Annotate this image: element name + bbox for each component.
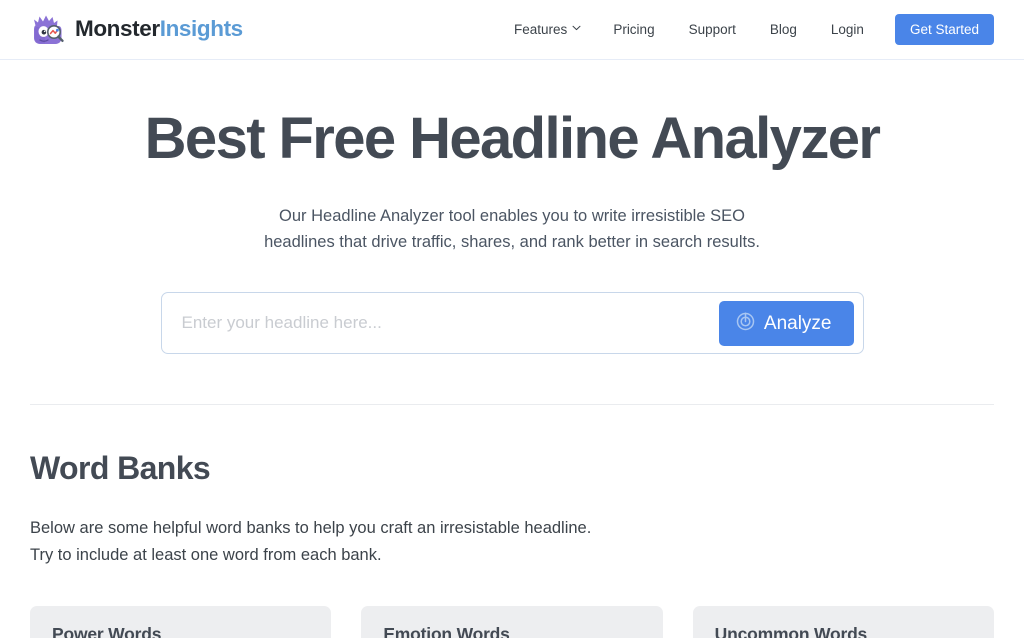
- monster-logo-icon: [30, 13, 66, 47]
- word-bank-card-uncommon-words[interactable]: Uncommon Words: [692, 606, 994, 638]
- word-bank-card-title: Emotion Words: [361, 606, 663, 638]
- word-bank-card-title: Uncommon Words: [692, 606, 994, 638]
- nav-item-features-label: Features: [514, 21, 568, 37]
- hero-subtitle: Our Headline Analyzer tool enables you t…: [264, 206, 760, 252]
- brand-wordmark: MonsterInsights: [75, 18, 243, 41]
- page-title: Best Free Headline Analyzer: [144, 106, 881, 171]
- nav-item-support-label: Support: [688, 21, 736, 37]
- word-bank-card-power-words[interactable]: Power Words: [30, 606, 332, 638]
- brand-word-insights: Insights: [159, 16, 243, 42]
- nav-item-login-label: Login: [830, 21, 864, 37]
- nav-item-login[interactable]: Login: [814, 17, 881, 43]
- analyze-button[interactable]: Analyze: [718, 300, 854, 346]
- nav-item-pricing[interactable]: Pricing: [596, 17, 671, 43]
- word-bank-card-title: Power Words: [30, 606, 332, 638]
- nav-item-blog-label: Blog: [769, 21, 797, 37]
- nav-item-support[interactable]: Support: [672, 17, 753, 43]
- site-header: MonsterInsights Features Pricing Support…: [0, 0, 1024, 60]
- main-navigation: Features Pricing Support Blog Login Get …: [497, 13, 994, 46]
- target-radar-icon: [736, 312, 755, 335]
- analyze-button-label: Analyze: [763, 312, 832, 334]
- headline-analyzer-form: Analyze: [160, 292, 864, 355]
- brand-logo-link[interactable]: MonsterInsights: [30, 13, 243, 47]
- chevron-down-icon: [572, 25, 581, 32]
- word-bank-card-emotion-words[interactable]: Emotion Words: [361, 606, 663, 638]
- nav-item-features[interactable]: Features: [497, 17, 596, 43]
- nav-item-blog[interactable]: Blog: [753, 17, 814, 43]
- headline-input[interactable]: [161, 293, 719, 354]
- get-started-button[interactable]: Get Started: [894, 13, 994, 46]
- brand-word-monster: Monster: [75, 16, 160, 42]
- hero-section: Best Free Headline Analyzer Our Headline…: [0, 60, 1024, 355]
- nav-item-pricing-label: Pricing: [613, 21, 655, 37]
- word-banks-description: Below are some helpful word banks to hel…: [30, 519, 592, 565]
- word-banks-grid: Power Words Emotion Words Uncommon Words: [30, 606, 994, 638]
- word-banks-section: Word Banks Below are some helpful word b…: [0, 405, 1024, 638]
- word-banks-title: Word Banks: [30, 450, 211, 487]
